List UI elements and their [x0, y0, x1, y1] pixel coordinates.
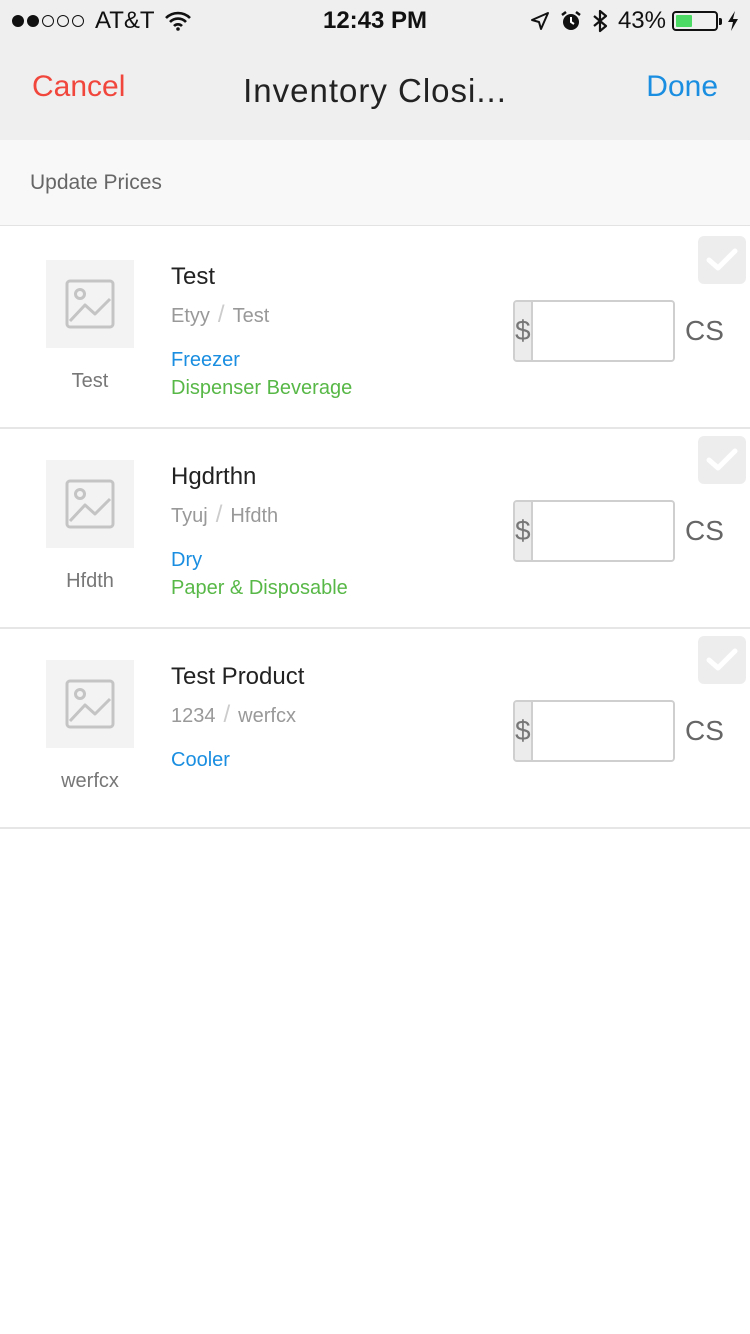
product-category: Dry — [171, 549, 203, 571]
product-meta-right: Test — [232, 305, 270, 327]
battery-icon — [672, 11, 722, 31]
unit-label: CS — [685, 515, 724, 546]
battery-level — [676, 15, 693, 27]
currency-prefix: $ — [515, 502, 533, 560]
product-name: Hgdrthn — [171, 463, 257, 490]
product-meta-right: werfcx — [238, 705, 296, 727]
price-input[interactable] — [532, 702, 673, 760]
battery-percent: 43% — [617, 7, 666, 34]
currency-prefix: $ — [515, 302, 533, 360]
section-header: Update Prices — [0, 140, 750, 226]
currency-prefix: $ — [515, 702, 533, 760]
status-right: 43% — [520, 7, 740, 35]
product-subcategory: Dispenser Beverage — [171, 377, 353, 399]
unit-label: CS — [685, 315, 724, 346]
product-meta-left: Etyy — [171, 305, 210, 327]
charging-bolt-icon — [728, 11, 738, 31]
product-name: Test — [171, 263, 216, 290]
product-name: Test Product — [171, 663, 305, 690]
product-thumbnail — [46, 660, 134, 748]
done-button[interactable]: Done — [646, 70, 718, 104]
list-item[interactable]: werfcx Test Product 1234 / werfcx Cooler $… — [0, 629, 750, 829]
product-thumbnail — [46, 460, 134, 548]
page-title: Inventory Closi... — [243, 72, 507, 109]
product-meta: Etyy / Test — [171, 301, 269, 329]
product-meta: Tyuj / Hfdth — [171, 501, 278, 529]
image-placeholder-icon — [65, 479, 115, 529]
product-category: Cooler — [171, 749, 230, 771]
thumbnail-caption: Hfdth — [66, 570, 114, 592]
product-category: Freezer — [171, 349, 240, 371]
thumbnail-caption: werfcx — [61, 770, 119, 792]
image-placeholder-icon — [65, 279, 115, 329]
list-item[interactable]: Hfdth Hgdrthn Tyuj / Hfdth Dry Paper & Dis… — [0, 429, 750, 629]
price-input[interactable] — [532, 502, 673, 560]
meta-separator: / — [223, 701, 231, 728]
price-field: $ — [513, 700, 675, 762]
product-list: Test Test Etyy / Test Freezer Dispenser Be… — [0, 229, 750, 829]
product-subcategory: Paper & Disposable — [171, 577, 348, 599]
status-bar: AT&T 12:43 PM 43% — [0, 0, 750, 40]
meta-separator: / — [217, 301, 225, 328]
section-title: Update Prices — [30, 171, 162, 194]
product-meta-left: Tyuj — [171, 505, 208, 527]
image-placeholder-icon — [65, 679, 115, 729]
product-meta: 1234 / werfcx — [171, 701, 296, 729]
navigation-bar: Cancel Inventory Closi... Done — [0, 40, 750, 140]
product-meta-right: Hfdth — [230, 505, 279, 527]
price-field: $ — [513, 300, 675, 362]
meta-separator: / — [215, 501, 223, 528]
unit-label: CS — [685, 715, 724, 746]
thumbnail-caption: Test — [71, 370, 109, 392]
location-arrow-icon — [530, 12, 549, 30]
bluetooth-icon — [593, 9, 608, 33]
check-button[interactable] — [698, 236, 746, 284]
alarm-icon — [561, 11, 581, 30]
checkmark-icon — [706, 248, 738, 271]
price-field: $ — [513, 500, 675, 562]
check-button[interactable] — [698, 436, 746, 484]
checkmark-icon — [706, 648, 738, 671]
product-thumbnail — [46, 260, 134, 348]
list-item[interactable]: Test Test Etyy / Test Freezer Dispenser Be… — [0, 229, 750, 429]
check-button[interactable] — [698, 636, 746, 684]
price-input[interactable] — [532, 302, 673, 360]
product-meta-left: 1234 — [171, 705, 216, 727]
checkmark-icon — [706, 448, 738, 471]
